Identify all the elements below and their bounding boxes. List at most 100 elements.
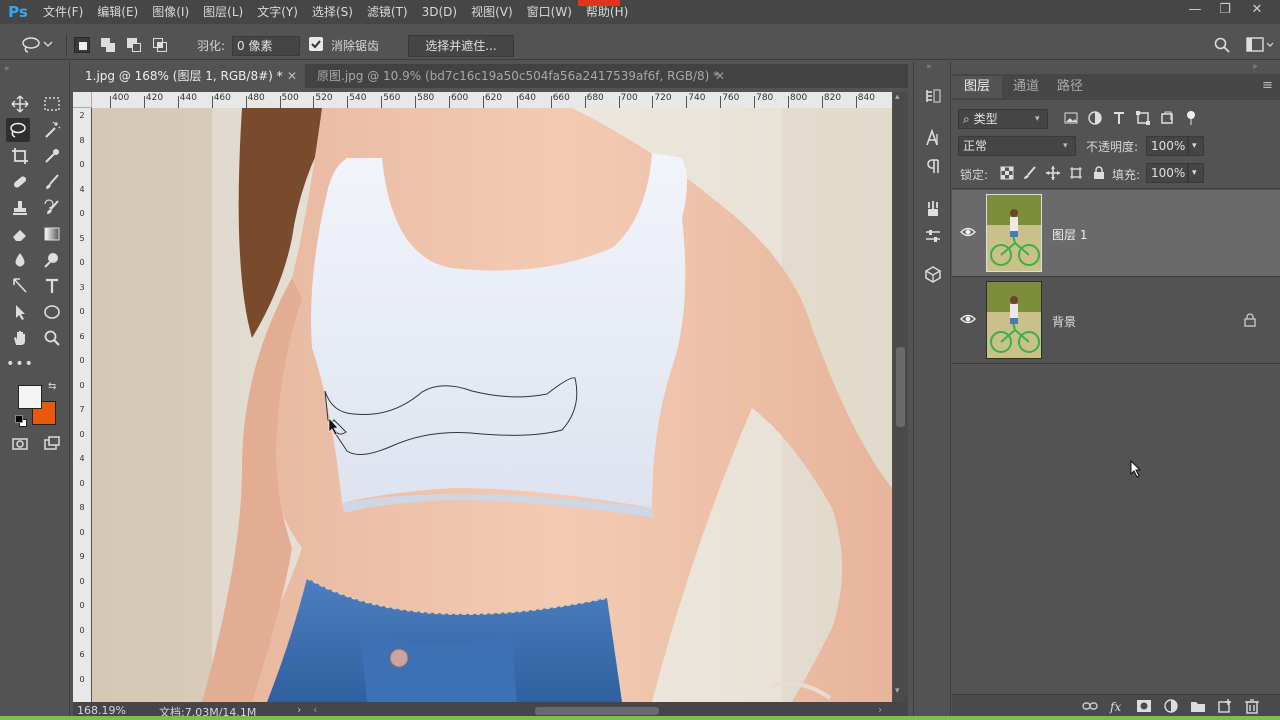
menu-3d[interactable]: 3D(D) — [415, 0, 464, 24]
dodge-tool[interactable] — [40, 248, 64, 272]
clone-stamp-tool[interactable] — [8, 196, 32, 220]
path-selection-tool[interactable] — [8, 300, 32, 324]
menu-file[interactable]: 文件(F) — [36, 0, 90, 24]
smart-object-filter-icon[interactable] — [1160, 110, 1174, 126]
lock-all-icon[interactable] — [1092, 166, 1106, 180]
default-colors-icon[interactable] — [15, 415, 27, 427]
visibility-eye-icon[interactable] — [960, 224, 976, 240]
3d-panel-button[interactable] — [921, 262, 945, 286]
new-selection-button[interactable] — [74, 37, 90, 53]
adjustment-layer-icon[interactable] — [1163, 698, 1179, 714]
type-filter-icon[interactable] — [1112, 110, 1126, 126]
layer-name[interactable]: 背景 — [1052, 313, 1076, 330]
paragraph-panel-button[interactable] — [921, 154, 945, 178]
delete-layer-icon[interactable] — [1244, 698, 1260, 714]
scroll-down-icon[interactable]: ▾ — [895, 686, 900, 696]
horizontal-scrollbar-thumb[interactable] — [535, 707, 659, 715]
scrollbar-thumb[interactable] — [896, 347, 905, 427]
workspace-switcher[interactable] — [1246, 36, 1276, 54]
status-menu-icon[interactable]: › — [297, 703, 301, 716]
restore-button[interactable]: ❐ — [1210, 0, 1240, 22]
ruler-origin[interactable] — [73, 92, 92, 108]
hand-tool[interactable] — [8, 326, 32, 350]
menu-window[interactable]: 窗口(W) — [520, 0, 579, 24]
select-and-mask-button[interactable]: 选择并遮住... — [408, 35, 514, 57]
swap-colors-icon[interactable]: ⇆ — [48, 381, 56, 392]
menu-type[interactable]: 文字(Y) — [250, 0, 305, 24]
scroll-up-icon[interactable]: ▴ — [895, 92, 900, 102]
link-layers-icon[interactable] — [1082, 698, 1098, 714]
hscroll-left-icon[interactable]: ‹ — [313, 703, 317, 716]
opacity-dropdown[interactable]: ▾ — [1188, 136, 1204, 156]
layer-row-layer1[interactable]: 图层 1 — [952, 190, 1280, 276]
history-brush-tool[interactable] — [40, 196, 64, 220]
dock-collapse-icon[interactable]: » — [926, 62, 932, 72]
close-window-button[interactable]: ✕ — [1242, 0, 1272, 22]
panel-collapse-icon[interactable]: » — [1252, 62, 1258, 72]
menu-edit[interactable]: 编辑(E) — [90, 0, 145, 24]
lock-artboard-icon[interactable] — [1069, 166, 1083, 180]
blur-tool[interactable] — [8, 248, 32, 272]
layer-filter-select[interactable]: ⌕ 类型 ▾ — [958, 109, 1048, 129]
add-to-selection-button[interactable] — [100, 37, 116, 53]
layer-row-background[interactable]: 背景 — [952, 277, 1280, 363]
type-tool[interactable] — [40, 274, 64, 298]
minimize-button[interactable]: — — [1180, 0, 1210, 22]
pixel-filter-icon[interactable] — [1064, 110, 1078, 126]
lock-pixels-icon[interactable] — [1023, 166, 1037, 180]
tool-presets-button[interactable] — [921, 196, 945, 220]
feather-input[interactable]: 0 像素 — [232, 36, 300, 56]
pen-tool[interactable] — [8, 274, 32, 298]
menu-image[interactable]: 图像(I) — [145, 0, 196, 24]
move-tool[interactable] — [8, 92, 32, 116]
foreground-color-swatch[interactable] — [18, 385, 42, 409]
shape-filter-icon[interactable] — [1136, 110, 1150, 126]
lasso-preset-picker[interactable] — [20, 36, 56, 54]
intersect-selection-button[interactable] — [152, 37, 168, 53]
visibility-eye-icon[interactable] — [960, 311, 976, 327]
add-mask-icon[interactable] — [1136, 698, 1152, 714]
adjustment-filter-icon[interactable] — [1088, 110, 1102, 126]
toolbox-collapse-icon[interactable]: « — [4, 64, 10, 74]
tab-paths[interactable]: 路径 — [1050, 76, 1090, 98]
history-panel-button[interactable] — [921, 84, 945, 108]
panel-menu-icon[interactable]: ≡ — [1262, 78, 1273, 93]
layer-name[interactable]: 图层 1 — [1052, 226, 1087, 243]
magic-wand-tool[interactable] — [40, 118, 64, 142]
gradient-tool[interactable] — [40, 222, 64, 246]
lock-position-icon[interactable] — [1046, 166, 1060, 180]
hscroll-right-icon[interactable]: › — [878, 703, 882, 716]
close-tab-icon[interactable]: ✕ — [287, 64, 297, 88]
menu-view[interactable]: 视图(V) — [464, 0, 520, 24]
quick-mask-button[interactable] — [8, 432, 32, 456]
antialias-checkbox[interactable] — [309, 37, 323, 51]
layer-style-icon[interactable]: fx — [1109, 698, 1125, 714]
fill-dropdown[interactable]: ▾ — [1188, 163, 1204, 183]
menu-select[interactable]: 选择(S) — [305, 0, 360, 24]
fill-input[interactable]: 100% — [1146, 163, 1188, 183]
tab-channels[interactable]: 通道 — [1006, 76, 1046, 98]
tab-1-jpg[interactable]: 1.jpg @ 168% (图层 1, RGB/8#) * ✕ — [73, 64, 305, 88]
filter-toggle-icon[interactable] — [1184, 110, 1198, 126]
healing-brush-tool[interactable] — [8, 170, 32, 194]
new-layer-icon[interactable] — [1217, 698, 1233, 714]
screen-mode-button[interactable] — [40, 432, 64, 456]
crop-tool[interactable] — [8, 144, 32, 168]
lock-transparency-icon[interactable] — [1000, 166, 1014, 180]
blend-mode-select[interactable]: 正常 ▾ — [958, 136, 1076, 156]
vertical-scrollbar[interactable]: ▴ ▾ — [893, 92, 908, 702]
eraser-tool[interactable] — [8, 222, 32, 246]
shape-tool[interactable] — [40, 300, 64, 324]
opacity-input[interactable]: 100% — [1146, 136, 1188, 156]
menu-filter[interactable]: 滤镜(T) — [360, 0, 415, 24]
tab-original-jpg[interactable]: 原图.jpg @ 10.9% (bd7c16c19a50c504fa56a241… — [305, 64, 735, 88]
document-canvas[interactable] — [92, 108, 892, 702]
marquee-tool[interactable] — [40, 92, 64, 116]
subtract-from-selection-button[interactable] — [126, 37, 142, 53]
character-panel-button[interactable] — [921, 126, 945, 150]
new-group-icon[interactable] — [1190, 698, 1206, 714]
more-tools-icon[interactable]: ••• — [6, 352, 33, 376]
lasso-tool[interactable] — [6, 118, 30, 142]
zoom-tool[interactable] — [40, 326, 64, 350]
menu-layer[interactable]: 图层(L) — [196, 0, 250, 24]
